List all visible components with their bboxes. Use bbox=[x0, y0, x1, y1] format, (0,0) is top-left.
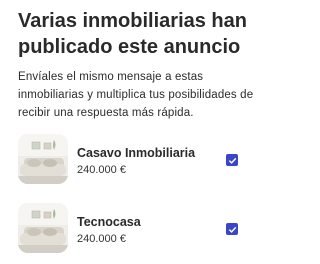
agency-name: Tecnocasa bbox=[77, 215, 141, 229]
checkmark-icon bbox=[228, 226, 236, 233]
description-text: Envíales el mismo mensaje a estas inmobi… bbox=[18, 71, 254, 119]
page-title: Varias inmobiliarias han publicado este … bbox=[18, 10, 247, 58]
listing-price: 240.000 € bbox=[77, 164, 126, 176]
listing-price: 240.000 € bbox=[77, 233, 126, 245]
property-photo-icon bbox=[18, 134, 68, 184]
agency-list-item[interactable]: Casavo Inmobiliaria 240.000 € bbox=[18, 134, 246, 190]
agency-list-item[interactable]: Tecnocasa 240.000 € bbox=[18, 203, 246, 259]
select-checkbox[interactable] bbox=[226, 223, 238, 235]
agency-name: Casavo Inmobiliaria bbox=[77, 146, 196, 160]
select-checkbox[interactable] bbox=[226, 154, 238, 166]
checkmark-icon bbox=[228, 157, 236, 164]
property-photo-icon bbox=[18, 203, 68, 253]
